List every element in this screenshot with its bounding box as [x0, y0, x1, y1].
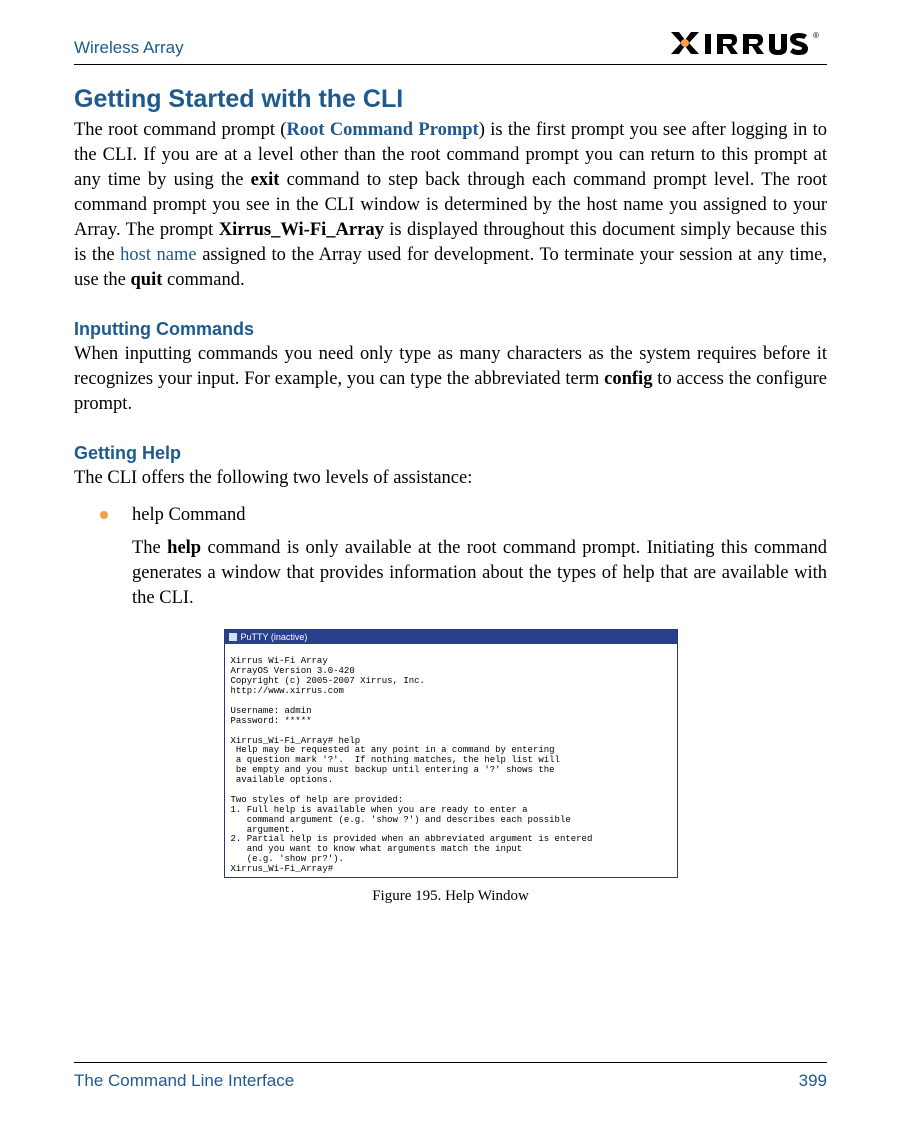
putty-window: PuTTY (inactive) Xirrus Wi-Fi Array Arra… [224, 629, 678, 878]
cmd-exit: exit [251, 170, 280, 190]
page-number: 399 [799, 1071, 827, 1091]
cmd-config: config [604, 369, 652, 389]
putty-title-text: PuTTY (inactive) [241, 632, 308, 642]
xirrus-logo: ® [667, 28, 827, 58]
cmd-quit: quit [131, 270, 163, 290]
header-section: Wireless Array [74, 38, 184, 58]
header-rule [74, 64, 827, 65]
heading-inputting-commands: Inputting Commands [74, 319, 827, 340]
figure-help-window: PuTTY (inactive) Xirrus Wi-Fi Array Arra… [74, 629, 827, 905]
text: The [132, 538, 167, 558]
putty-icon [229, 633, 237, 641]
cmd-help: help [167, 538, 201, 558]
figure-caption: Figure 195. Help Window [74, 888, 827, 905]
link-root-command-prompt[interactable]: Root Command Prompt [286, 120, 478, 140]
putty-titlebar: PuTTY (inactive) [225, 630, 677, 644]
heading-getting-help: Getting Help [74, 443, 827, 464]
para-intro: The root command prompt (Root Command Pr… [74, 118, 827, 293]
text: command. [162, 270, 244, 290]
text: The root command prompt ( [74, 120, 286, 140]
putty-body: Xirrus Wi-Fi Array ArrayOS Version 3.0-4… [225, 644, 677, 877]
prompt-name: Xirrus_Wi-Fi_Array [219, 220, 384, 240]
heading-getting-started: Getting Started with the CLI [74, 85, 827, 114]
list-item: help Command The help command is only av… [74, 503, 827, 611]
bullet-title: help Command [132, 505, 246, 525]
text: command is only available at the root co… [132, 538, 827, 608]
svg-text:®: ® [813, 31, 819, 40]
para-inputting: When inputting commands you need only ty… [74, 342, 827, 417]
para-help-intro: The CLI offers the following two levels … [74, 466, 827, 491]
footer-chapter: The Command Line Interface [74, 1071, 294, 1091]
bullet-body: The help command is only available at th… [132, 536, 827, 611]
link-host-name[interactable]: host name [120, 245, 197, 265]
